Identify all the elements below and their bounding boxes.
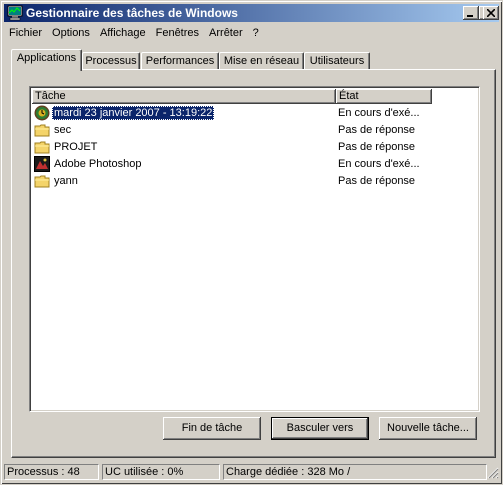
folder-icon [34, 175, 50, 188]
tab-performances[interactable]: Performances [141, 52, 219, 70]
menu-bar: Fichier Options Affichage Fenêtres Arrêt… [4, 24, 264, 42]
menu-fenetres[interactable]: Fenêtres [151, 24, 204, 42]
minimize-icon [467, 15, 473, 17]
tab-applications[interactable]: Applications [11, 49, 82, 71]
menu-fichier[interactable]: Fichier [4, 24, 47, 42]
close-icon [487, 9, 495, 17]
task-status: Pas de réponse [338, 175, 416, 187]
list-item[interactable]: yann Pas de réponse [32, 173, 472, 190]
column-header-status[interactable]: État [336, 89, 432, 104]
folder-icon [34, 141, 50, 154]
task-name: Adobe Photoshop [54, 158, 142, 170]
status-cpu: UC utilisée : 0% [102, 464, 220, 480]
task-name: yann [54, 175, 78, 187]
task-name: mardi 23 janvier 2007 - 13:19:22 [52, 106, 215, 120]
tab-mise-en-reseau[interactable]: Mise en réseau [219, 52, 304, 70]
tab-utilisateurs[interactable]: Utilisateurs [304, 52, 370, 70]
menu-arreter[interactable]: Arrêter [204, 24, 248, 42]
list-item[interactable]: mardi 23 janvier 2007 - 13:19:22 En cour… [32, 105, 472, 122]
end-task-button[interactable]: Fin de tâche [163, 417, 261, 440]
task-name: PROJET [54, 141, 98, 153]
status-bar: Processus : 48 UC utilisée : 0% Charge d… [4, 463, 499, 481]
minimize-button[interactable] [463, 6, 479, 20]
clock-app-icon [34, 105, 50, 121]
task-status: En cours d'exé... [338, 107, 420, 119]
window-title: Gestionnaire des tâches de Windows [26, 6, 238, 20]
tab-processus[interactable]: Processus [82, 52, 140, 70]
menu-affichage[interactable]: Affichage [95, 24, 151, 42]
status-processes: Processus : 48 [4, 464, 99, 480]
task-name: sec [54, 124, 72, 136]
close-button[interactable] [483, 6, 499, 20]
task-status: Pas de réponse [338, 141, 416, 153]
list-header: Tâche État [32, 89, 432, 104]
status-commit-charge: Charge dédiée : 328 Mo / [223, 464, 487, 480]
photoshop-icon [34, 156, 50, 172]
switch-to-button[interactable]: Basculer vers [271, 417, 369, 440]
folder-icon [34, 124, 50, 137]
task-manager-icon [7, 5, 23, 21]
task-status: Pas de réponse [338, 124, 416, 136]
menu-help[interactable]: ? [248, 24, 264, 42]
resize-grip-icon[interactable] [487, 467, 499, 479]
list-item[interactable]: Adobe Photoshop En cours d'exé... [32, 156, 472, 173]
list-item[interactable]: sec Pas de réponse [32, 122, 472, 139]
list-item[interactable]: PROJET Pas de réponse [32, 139, 472, 156]
column-header-task[interactable]: Tâche [32, 89, 336, 104]
task-manager-window: Gestionnaire des tâches de Windows Fichi… [0, 0, 503, 485]
title-bar[interactable]: Gestionnaire des tâches de Windows [4, 4, 499, 22]
menu-options[interactable]: Options [47, 24, 95, 42]
task-status: En cours d'exé... [338, 158, 420, 170]
task-list[interactable]: Tâche État mardi 23 janvier 2007 - 13:19… [29, 86, 480, 412]
new-task-button[interactable]: Nouvelle tâche... [379, 417, 477, 440]
